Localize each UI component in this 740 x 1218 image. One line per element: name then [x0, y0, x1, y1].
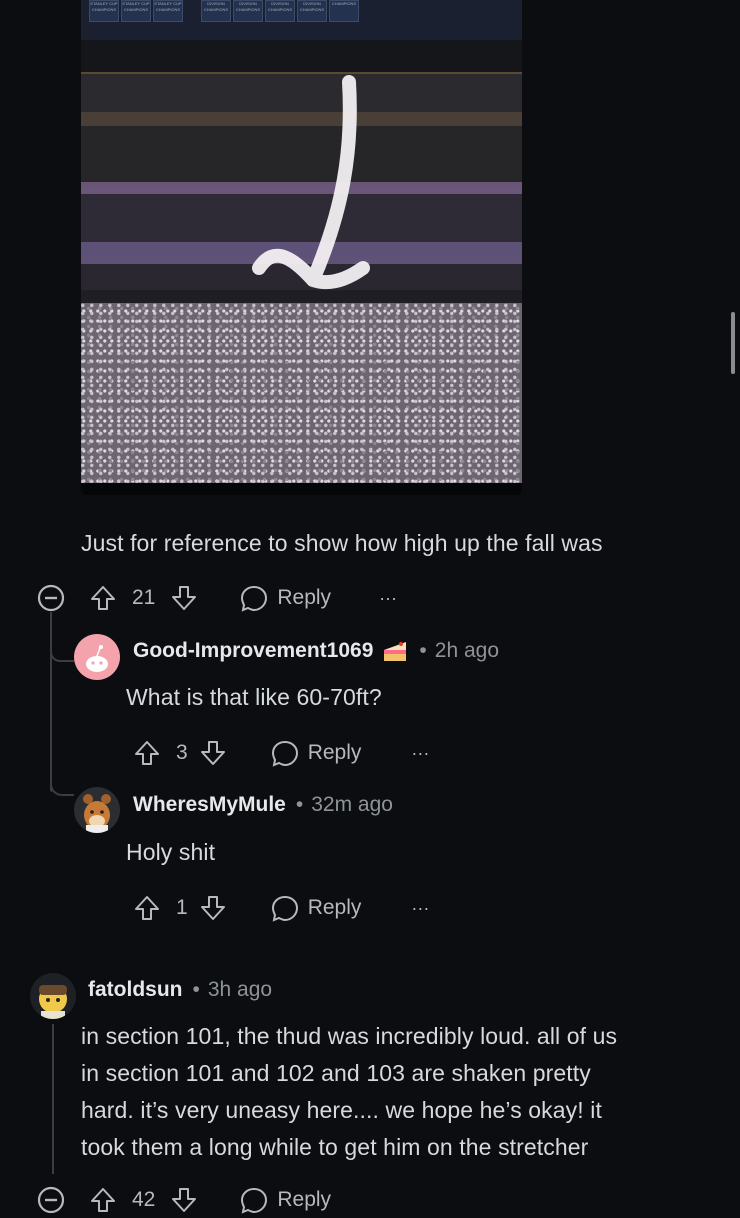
comment-vote-bar: 42 Reply — [88, 1182, 331, 1218]
comment-header: fatoldsun • 3h ago — [88, 978, 272, 1002]
reply-button[interactable]: Reply — [277, 586, 331, 610]
thread-connector — [50, 780, 74, 796]
downvote-icon[interactable] — [169, 1186, 199, 1214]
comment-body: in section 101, the thud was incredibly … — [81, 1018, 617, 1166]
username[interactable]: Good-Improvement1069 — [133, 639, 373, 663]
timestamp: 3h ago — [207, 978, 273, 1001]
more-options-button[interactable]: ··· — [411, 898, 429, 919]
upvote-icon[interactable] — [132, 739, 162, 767]
comment-line: in section 101 and 102 and 103 are shake… — [81, 1060, 591, 1086]
comment-body: What is that like 60-70ft? — [126, 684, 382, 710]
downvote-icon[interactable] — [198, 894, 228, 922]
comment-actions — [36, 580, 66, 616]
comment-body: Holy shit — [126, 839, 216, 865]
image-footer — [81, 483, 522, 495]
more-options-button[interactable]: ··· — [379, 588, 397, 609]
scrollbar[interactable] — [731, 312, 735, 374]
vote-count: 21 — [132, 586, 156, 609]
thread-line — [50, 612, 52, 792]
comment-actions — [36, 1182, 66, 1218]
avatar[interactable] — [30, 973, 76, 1019]
vote-count: 42 — [132, 1188, 156, 1211]
reply-icon[interactable] — [239, 584, 269, 612]
comment-line: took them a long while to get him on the… — [81, 1134, 589, 1160]
avatar[interactable] — [74, 634, 120, 680]
reply-button[interactable]: Reply — [277, 1188, 331, 1212]
separator: • — [419, 639, 427, 662]
username[interactable]: fatoldsun — [88, 978, 183, 1002]
comment-line: hard. it’s very uneasy here.... we hope … — [81, 1097, 602, 1123]
vote-count: 3 — [176, 741, 188, 764]
reply-icon[interactable] — [270, 739, 300, 767]
thread-connector — [50, 650, 74, 662]
upvote-icon[interactable] — [88, 1186, 118, 1214]
reply-icon[interactable] — [270, 894, 300, 922]
collapse-icon[interactable] — [36, 583, 66, 613]
more-options-button[interactable]: ··· — [411, 743, 429, 764]
reply-button[interactable]: Reply — [308, 896, 362, 920]
comment-body: Just for reference to show how high up t… — [81, 530, 603, 556]
avatar[interactable] — [74, 787, 120, 833]
cake-icon — [381, 638, 409, 664]
upvote-icon[interactable] — [88, 584, 118, 612]
downvote-icon[interactable] — [169, 584, 199, 612]
arrow-drawing — [252, 75, 370, 290]
timestamp: 32m ago — [311, 793, 393, 816]
separator: • — [295, 793, 304, 816]
upvote-icon[interactable] — [132, 894, 162, 922]
comment-header: WheresMyMule • 32m ago — [133, 793, 393, 817]
collapse-icon[interactable] — [36, 1185, 66, 1215]
separator: • — [192, 978, 200, 1001]
reply-icon[interactable] — [239, 1186, 269, 1214]
thread-line — [52, 1024, 54, 1174]
comment-line: in section 101, the thud was incredibly … — [81, 1023, 618, 1049]
comment-image[interactable]: STANLEY CUP CHAMPIONS STANLEY CUP CHAMPI… — [81, 0, 522, 483]
snoo-avatar-icon — [86, 645, 108, 672]
character-avatar-icon — [39, 985, 67, 1019]
downvote-icon[interactable] — [198, 739, 228, 767]
reply-button[interactable]: Reply — [308, 741, 362, 765]
timestamp: 2h ago — [434, 639, 499, 662]
comment-header: Good-Improvement1069 • 2h ago — [133, 638, 499, 664]
username[interactable]: WheresMyMule — [133, 793, 286, 817]
vote-count: 1 — [176, 896, 188, 919]
reply-vote-bar: 1 Reply ··· — [132, 890, 429, 926]
parent-vote-bar: 21 Reply ··· — [88, 580, 397, 616]
bear-avatar-icon — [83, 794, 111, 833]
reply-vote-bar: 3 Reply ··· — [132, 735, 429, 771]
